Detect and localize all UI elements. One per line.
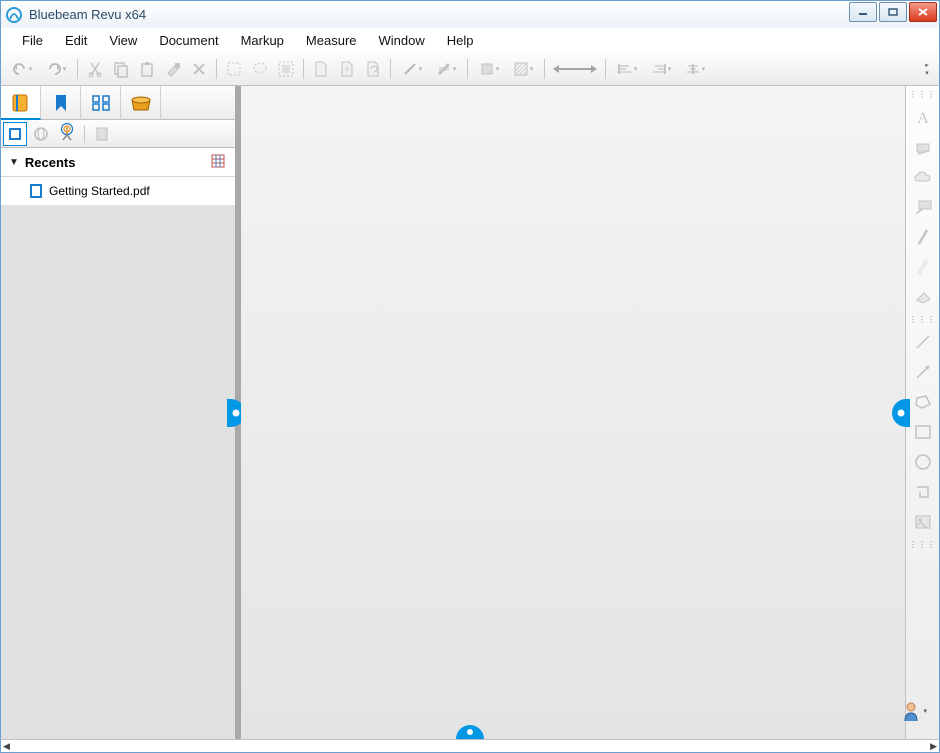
polygon-tool-button[interactable]: [911, 390, 935, 414]
drag-grip-icon: ⋮⋮⋮: [909, 90, 936, 99]
subtab-recents[interactable]: [29, 122, 53, 146]
svg-text:+: +: [344, 64, 349, 74]
title-bar: Bluebeam Revu x64: [0, 0, 940, 28]
image-tool-button[interactable]: [911, 510, 935, 534]
pen2-tool-button[interactable]: [911, 225, 935, 249]
main-area: ▼ Recents Getting Started.pdf ⋮⋮⋮ A ⋮⋮⋮: [0, 86, 940, 739]
drag-grip-icon: ⋮⋮⋮: [909, 540, 936, 549]
menu-markup[interactable]: Markup: [230, 30, 295, 51]
text-tool-button[interactable]: A: [911, 105, 935, 129]
file-item[interactable]: Getting Started.pdf: [1, 181, 235, 201]
app-logo-icon: [5, 6, 23, 24]
maximize-button[interactable]: [879, 2, 907, 22]
pen-tool-button[interactable]: ▾: [397, 58, 427, 80]
left-panel: ▼ Recents Getting Started.pdf: [1, 86, 235, 739]
right-toolbar: ⋮⋮⋮ A ⋮⋮⋮ ⋮⋮⋮: [905, 86, 939, 739]
dimension-tool-button[interactable]: [551, 58, 599, 80]
subtab-explorer[interactable]: [3, 122, 27, 146]
bottom-bar: ◀ ▶: [0, 739, 940, 753]
menu-help[interactable]: Help: [436, 30, 485, 51]
line-tool-button[interactable]: [911, 330, 935, 354]
svg-text:A: A: [917, 110, 929, 127]
new-doc-button[interactable]: [310, 58, 332, 80]
align-center-button[interactable]: ▾: [680, 58, 710, 80]
pdf-file-icon: [29, 183, 45, 199]
tab-thumbnails[interactable]: [81, 86, 121, 120]
menu-bar: File Edit View Document Markup Measure W…: [0, 28, 940, 52]
rotate-page-button[interactable]: [362, 58, 384, 80]
eraser-tool-button[interactable]: [911, 285, 935, 309]
menu-window[interactable]: Window: [368, 30, 436, 51]
profile-button[interactable]: ▾: [902, 701, 927, 721]
stamp-tool-button[interactable]: [911, 135, 935, 159]
menu-file[interactable]: File: [11, 30, 54, 51]
select-rect-button[interactable]: [223, 58, 245, 80]
minimize-button[interactable]: [849, 2, 877, 22]
tab-file-access[interactable]: [1, 86, 41, 120]
scroll-right-button[interactable]: ▶: [930, 741, 937, 752]
sub-tabs: [1, 120, 235, 148]
delete-button[interactable]: [188, 58, 210, 80]
format-painter-button[interactable]: [162, 58, 184, 80]
cut-button[interactable]: [84, 58, 106, 80]
menu-measure[interactable]: Measure: [295, 30, 368, 51]
highlighter-tool-button[interactable]: [911, 255, 935, 279]
subtab-studio[interactable]: [55, 122, 79, 146]
cloud-tool-button[interactable]: [911, 165, 935, 189]
panel-section-header: ▼ Recents: [1, 148, 235, 177]
main-toolbar: ▾ ▾ + ▾ ▾ ▾ ▾ ▾ ▾ ▾ ▸▾: [0, 52, 940, 86]
menu-document[interactable]: Document: [148, 30, 229, 51]
new-page-button[interactable]: +: [336, 58, 358, 80]
rectangle-tool-button[interactable]: [911, 420, 935, 444]
ellipse-tool-button[interactable]: [911, 450, 935, 474]
section-settings-icon[interactable]: [211, 154, 227, 170]
tab-tool-chest[interactable]: [121, 86, 161, 120]
file-name: Getting Started.pdf: [49, 184, 150, 198]
select-all-button[interactable]: [275, 58, 297, 80]
polyline-tool-button[interactable]: [911, 480, 935, 504]
copy-button[interactable]: [110, 58, 132, 80]
document-canvas[interactable]: [241, 86, 905, 739]
subtab-recent-docs[interactable]: [90, 122, 114, 146]
shape-tool-button[interactable]: ▾: [474, 58, 504, 80]
tab-bookmarks[interactable]: [41, 86, 81, 120]
expand-toggle-icon[interactable]: ▼: [9, 157, 19, 168]
align-left-button[interactable]: ▾: [612, 58, 642, 80]
file-list: Getting Started.pdf: [1, 177, 235, 205]
close-button[interactable]: [909, 2, 937, 22]
align-right-button[interactable]: ▾: [646, 58, 676, 80]
paste-button[interactable]: [136, 58, 158, 80]
drag-grip-icon: ⋮⋮⋮: [909, 315, 936, 324]
undo-button[interactable]: ▾: [7, 58, 37, 80]
scroll-left-button[interactable]: ◀: [3, 741, 10, 752]
callout-tool-button[interactable]: [911, 195, 935, 219]
select-lasso-button[interactable]: [249, 58, 271, 80]
arrow-tool-button[interactable]: [911, 360, 935, 384]
highlight-tool-button[interactable]: ▾: [431, 58, 461, 80]
panel-tabs: [1, 86, 235, 120]
hatch-tool-button[interactable]: ▾: [508, 58, 538, 80]
toolbar-overflow-button[interactable]: ▸▾: [921, 58, 933, 80]
section-label: Recents: [25, 155, 211, 170]
menu-edit[interactable]: Edit: [54, 30, 98, 51]
window-title: Bluebeam Revu x64: [29, 7, 146, 22]
menu-view[interactable]: View: [98, 30, 148, 51]
redo-button[interactable]: ▾: [41, 58, 71, 80]
